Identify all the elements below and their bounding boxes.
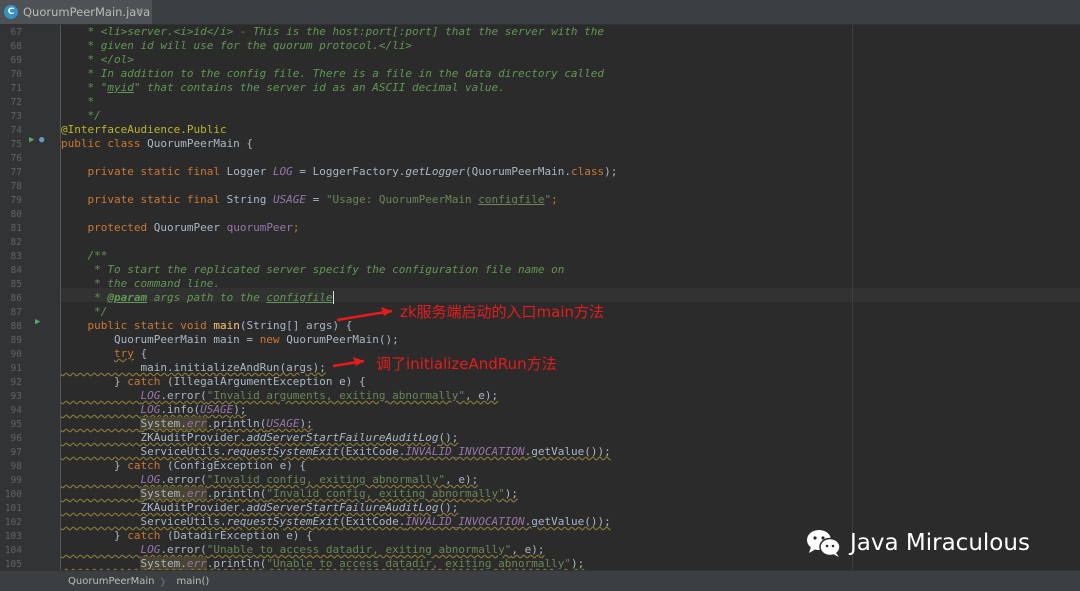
breadcrumb-class[interactable]: QuorumPeerMain — [68, 576, 154, 587]
entry-point-annotation: zk服务端启动的入口main方法 — [400, 303, 605, 321]
call-annotation: 调了initializeAndRun方法 — [376, 355, 557, 373]
breadcrumb-separator: 〉 — [160, 577, 171, 589]
watermark-text: Java Miraculous — [850, 530, 1030, 556]
wechat-icon — [807, 530, 841, 557]
watermark: Java Miraculous — [806, 528, 1030, 558]
breadcrumb-method[interactable]: main() — [176, 576, 209, 587]
arrow-to-main-head — [381, 307, 392, 316]
arrow-to-initialize-head — [353, 357, 364, 366]
annotation-arrows — [332, 307, 393, 368]
breadcrumb: QuorumPeerMain 〉 main() — [0, 570, 1080, 591]
